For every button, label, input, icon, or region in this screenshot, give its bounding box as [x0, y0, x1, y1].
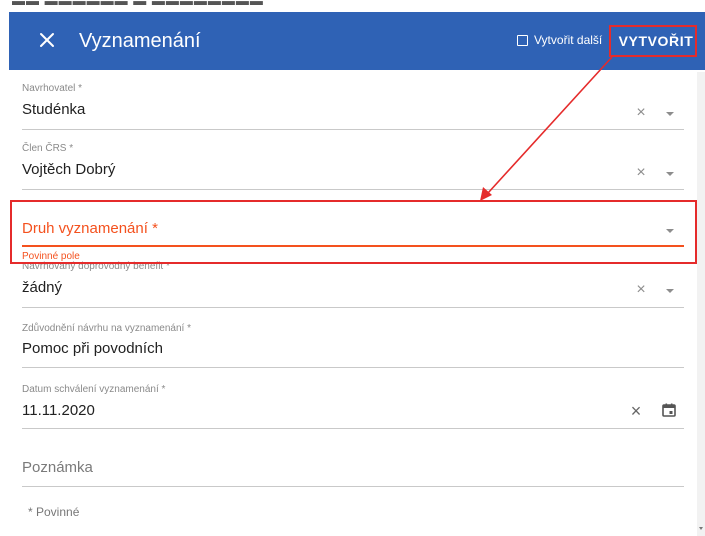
scroll-down-arrow[interactable] [699, 527, 703, 530]
annotation-arrow [480, 56, 613, 201]
scrollbar[interactable] [697, 72, 705, 536]
